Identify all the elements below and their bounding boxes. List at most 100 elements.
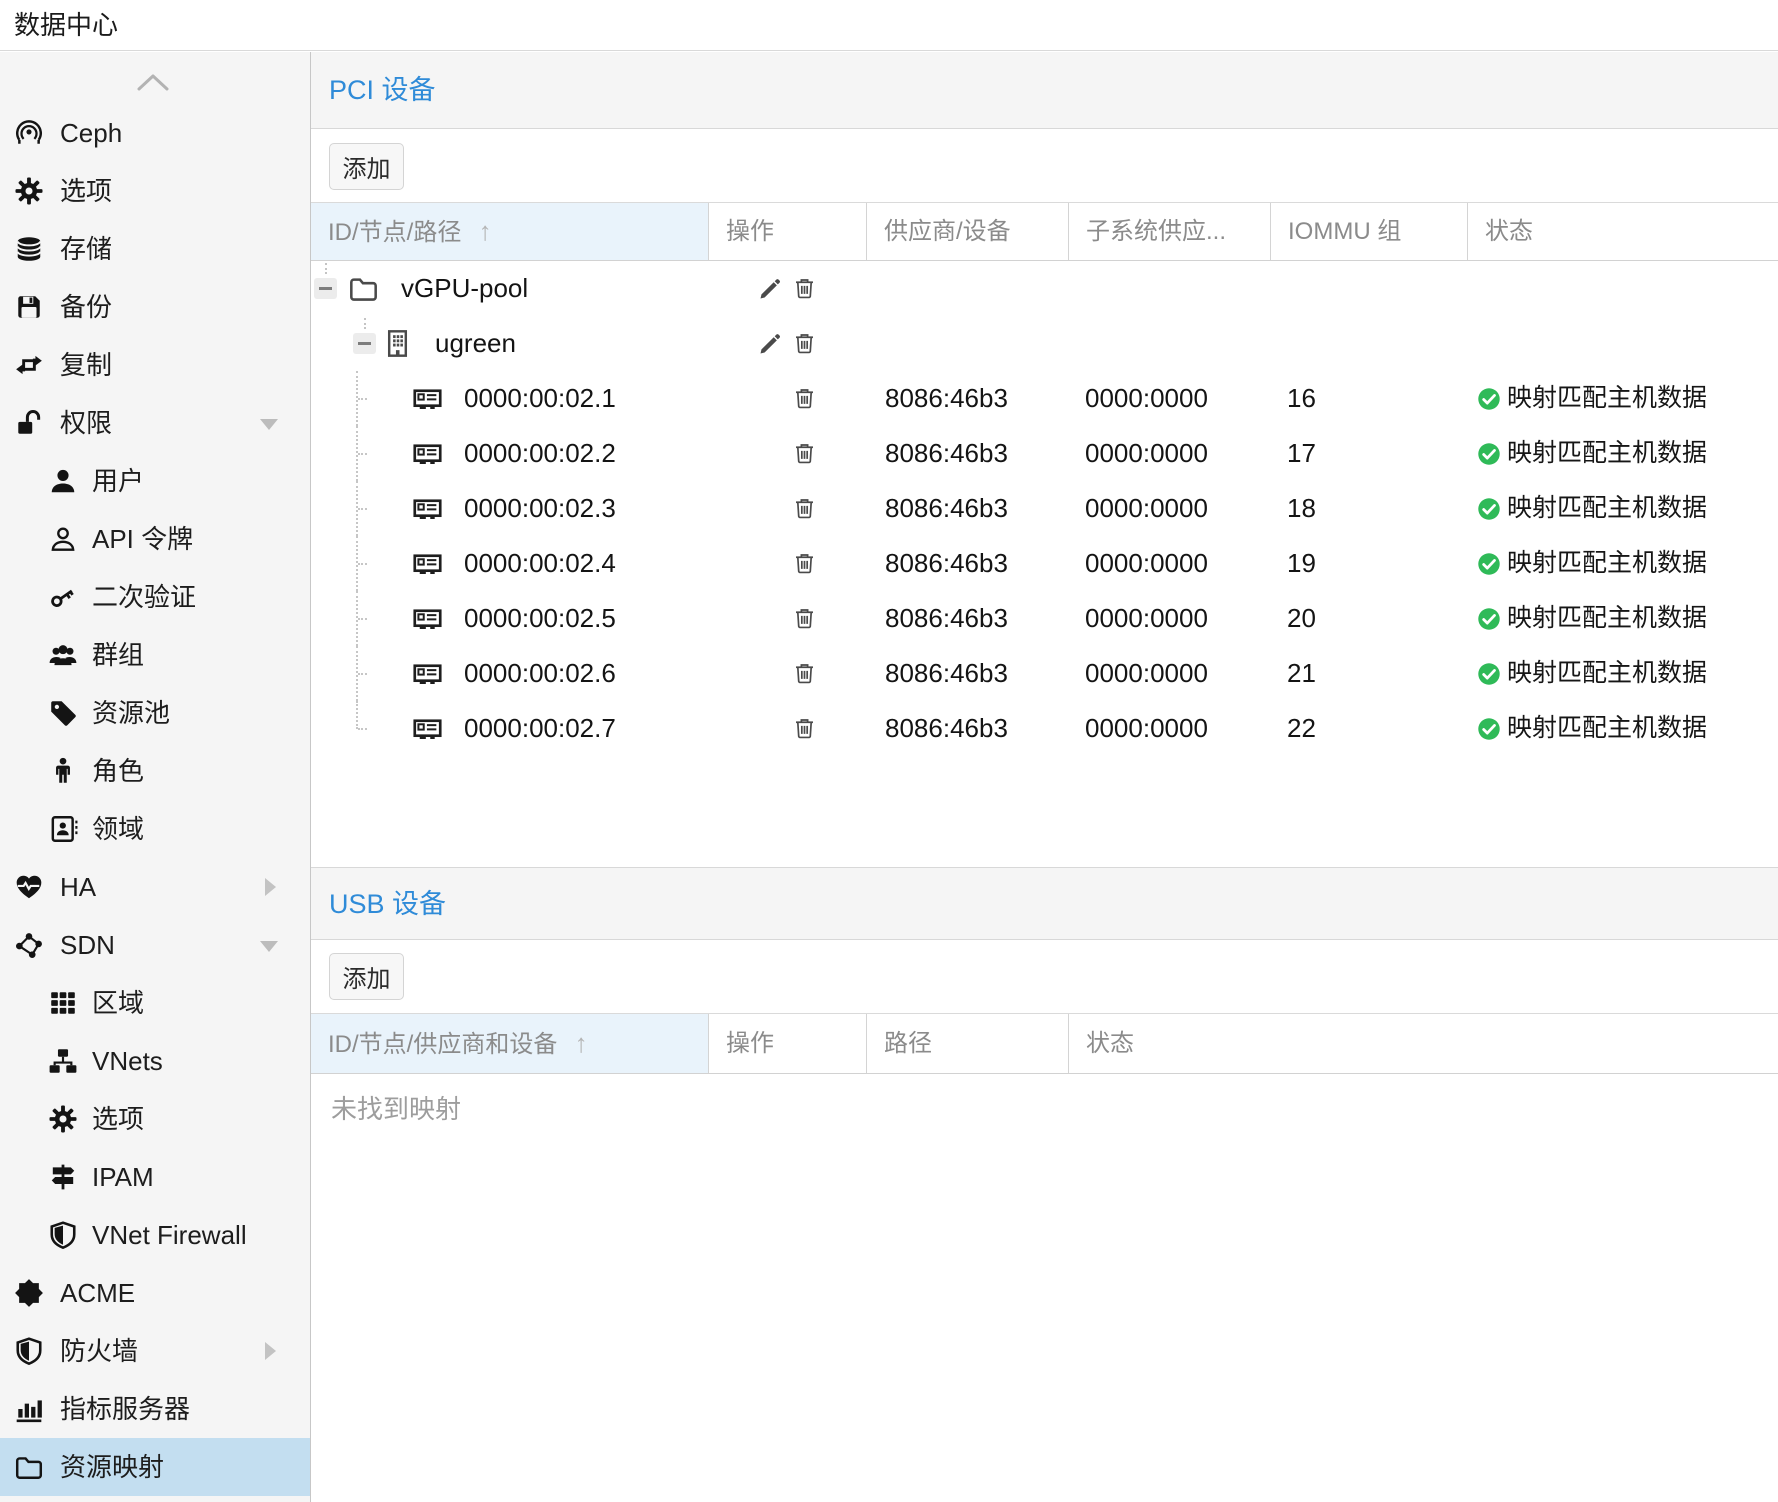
sidebar-item-label: 领域 bbox=[92, 800, 144, 858]
pci-table-body: vGPU-poolugreen0000:00:02.18086:46b30000… bbox=[311, 261, 1778, 756]
vendor-device-cell: 8086:46b3 bbox=[885, 426, 1008, 481]
sidebar-item-item[interactable]: 选项 bbox=[0, 1090, 310, 1148]
tree-node-label: 0000:00:02.1 bbox=[464, 371, 616, 426]
delete-trash-icon[interactable] bbox=[792, 496, 817, 521]
table-row-0000-00-02-5[interactable]: 0000:00:02.58086:46b30000:000020映射匹配主机数据 bbox=[311, 591, 1778, 646]
vendor-device-cell: 8086:46b3 bbox=[885, 646, 1008, 701]
table-row-0000-00-02-4[interactable]: 0000:00:02.48086:46b30000:000019映射匹配主机数据 bbox=[311, 536, 1778, 591]
pci-add-button[interactable]: 添加 bbox=[329, 143, 404, 190]
sidebar-item-item[interactable]: 存储 bbox=[0, 220, 310, 278]
check-circle-icon bbox=[1477, 552, 1501, 576]
gear-icon bbox=[48, 1104, 78, 1134]
subsystem-vendor-cell: 0000:0000 bbox=[1085, 701, 1208, 756]
pci-card-icon bbox=[412, 493, 443, 524]
sidebar-item-acme[interactable]: ACME bbox=[0, 1264, 310, 1322]
status-text: 映射匹配主机数据 bbox=[1507, 646, 1707, 701]
sidebar-item-api[interactable]: API 令牌 bbox=[0, 510, 310, 568]
tree-connector-elbow bbox=[358, 673, 367, 675]
user-outline-icon bbox=[48, 524, 78, 554]
iommu-group-cell: 21 bbox=[1287, 646, 1316, 701]
column-header-item[interactable]: 状态 bbox=[1468, 203, 1778, 260]
table-row-0000-00-02-7[interactable]: 0000:00:02.78086:46b30000:000022映射匹配主机数据 bbox=[311, 701, 1778, 756]
sidebar-item-ha[interactable]: HA bbox=[0, 858, 310, 916]
top-bar: 数据中心 bbox=[0, 0, 1778, 51]
sidebar-item-item[interactable]: 群组 bbox=[0, 626, 310, 684]
chevron-up-icon[interactable] bbox=[136, 72, 170, 92]
tag-icon bbox=[48, 698, 78, 728]
sidebar-item-item[interactable]: 防火墙 bbox=[0, 1322, 310, 1380]
shield-icon bbox=[14, 1336, 44, 1366]
sidebar-item-item[interactable]: 区域 bbox=[0, 974, 310, 1032]
folder-icon bbox=[348, 273, 379, 304]
sidebar-item-vnet-firewall[interactable]: VNet Firewall bbox=[0, 1206, 310, 1264]
sidebar-item-label: 防火墙 bbox=[60, 1322, 138, 1380]
column-header-id[interactable]: ID/节点/路径 ↑ bbox=[311, 203, 709, 260]
sidebar-item-item[interactable]: 指标服务器 bbox=[0, 1380, 310, 1438]
delete-trash-icon[interactable] bbox=[792, 276, 817, 301]
column-header-id[interactable]: ID/节点/供应商和设备 ↑ bbox=[311, 1014, 709, 1073]
sidebar-item-item[interactable]: 用户 bbox=[0, 452, 310, 510]
sidebar-item-item[interactable]: 二次验证 bbox=[0, 568, 310, 626]
sidebar-item-label: 选项 bbox=[92, 1090, 144, 1148]
delete-trash-icon[interactable] bbox=[792, 441, 817, 466]
column-header-label: 操作 bbox=[726, 1014, 774, 1073]
network-icon bbox=[14, 930, 44, 960]
column-header-item[interactable]: 操作 bbox=[709, 1014, 867, 1073]
sidebar-item-ceph[interactable]: Ceph bbox=[0, 104, 310, 162]
tree-expander-collapse[interactable] bbox=[314, 278, 337, 299]
tree-connector-elbow bbox=[358, 398, 367, 400]
sidebar-item-label: 资源池 bbox=[92, 684, 170, 742]
delete-trash-icon[interactable] bbox=[792, 606, 817, 631]
table-row-vgpu-pool[interactable]: vGPU-pool bbox=[311, 261, 1778, 316]
table-row-0000-00-02-1[interactable]: 0000:00:02.18086:46b30000:000016映射匹配主机数据 bbox=[311, 371, 1778, 426]
sidebar-item-item[interactable]: 角色 bbox=[0, 742, 310, 800]
column-header-item[interactable]: 状态 bbox=[1069, 1014, 1778, 1073]
pci-card-icon bbox=[412, 438, 443, 469]
edit-pencil-icon[interactable] bbox=[758, 276, 783, 301]
column-header-item[interactable]: 供应商/设备 bbox=[867, 203, 1069, 260]
pci-panel-titlebar: PCI 设备 bbox=[311, 52, 1778, 129]
table-row-ugreen[interactable]: ugreen bbox=[311, 316, 1778, 371]
delete-trash-icon[interactable] bbox=[792, 551, 817, 576]
tree-node-label: 0000:00:02.3 bbox=[464, 481, 616, 536]
subsystem-vendor-cell: 0000:0000 bbox=[1085, 646, 1208, 701]
delete-trash-icon[interactable] bbox=[792, 331, 817, 356]
sidebar-item-item[interactable]: 领域 bbox=[0, 800, 310, 858]
edit-pencil-icon[interactable] bbox=[758, 331, 783, 356]
sidebar-item-item[interactable]: 权限 bbox=[0, 394, 310, 452]
sidebar-item-label: API 令牌 bbox=[92, 510, 193, 568]
sidebar-item-ipam[interactable]: IPAM bbox=[0, 1148, 310, 1206]
delete-trash-icon[interactable] bbox=[792, 716, 817, 741]
table-row-0000-00-02-2[interactable]: 0000:00:02.28086:46b30000:000017映射匹配主机数据 bbox=[311, 426, 1778, 481]
delete-trash-icon[interactable] bbox=[792, 386, 817, 411]
column-header-iommu[interactable]: IOMMU 组 bbox=[1271, 203, 1468, 260]
caret-down-icon[interactable] bbox=[260, 419, 278, 430]
usb-add-button[interactable]: 添加 bbox=[329, 953, 404, 1000]
delete-trash-icon[interactable] bbox=[792, 661, 817, 686]
shield-icon bbox=[48, 1220, 78, 1250]
tree-node-label: 0000:00:02.7 bbox=[464, 701, 616, 756]
table-row-0000-00-02-6[interactable]: 0000:00:02.68086:46b30000:000021映射匹配主机数据 bbox=[311, 646, 1778, 701]
sidebar-item-item[interactable]: 资源映射 bbox=[0, 1438, 310, 1496]
caret-down-icon[interactable] bbox=[260, 941, 278, 952]
sidebar-item-item[interactable]: 备份 bbox=[0, 278, 310, 336]
column-header-item[interactable]: 子系统供应... bbox=[1069, 203, 1271, 260]
caret-right-icon[interactable] bbox=[265, 878, 276, 896]
tree-expander-collapse[interactable] bbox=[353, 333, 376, 354]
caret-right-icon[interactable] bbox=[265, 1342, 276, 1360]
column-header-item[interactable]: 路径 bbox=[867, 1014, 1069, 1073]
key-icon bbox=[48, 582, 78, 612]
sidebar-item-item[interactable]: 选项 bbox=[0, 162, 310, 220]
table-row-0000-00-02-3[interactable]: 0000:00:02.38086:46b30000:000018映射匹配主机数据 bbox=[311, 481, 1778, 536]
column-header-item[interactable]: 操作 bbox=[709, 203, 867, 260]
floppy-icon bbox=[14, 292, 44, 322]
sidebar-item-sdn[interactable]: SDN bbox=[0, 916, 310, 974]
tree-connector-elbow bbox=[358, 508, 367, 510]
sidebar-item-label: ACME bbox=[60, 1264, 135, 1322]
sidebar-item-item[interactable]: 资源池 bbox=[0, 684, 310, 742]
tree-node-label: 0000:00:02.5 bbox=[464, 591, 616, 646]
sidebar-item-item[interactable]: 复制 bbox=[0, 336, 310, 394]
status-text: 映射匹配主机数据 bbox=[1507, 536, 1707, 591]
sidebar-item-vnets[interactable]: VNets bbox=[0, 1032, 310, 1090]
iommu-group-cell: 20 bbox=[1287, 591, 1316, 646]
